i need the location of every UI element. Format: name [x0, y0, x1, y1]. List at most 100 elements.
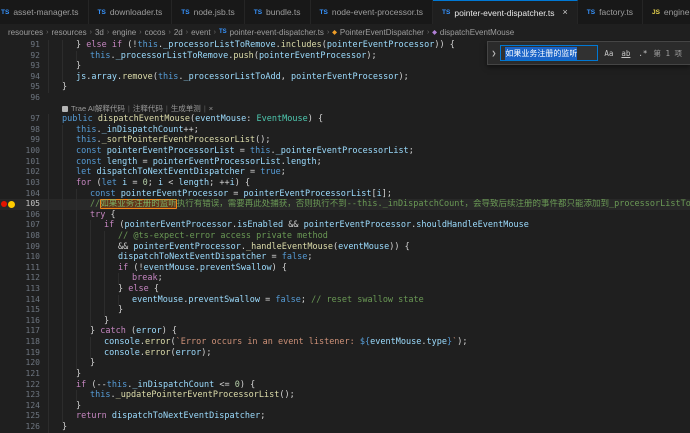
glyph-margin[interactable] — [0, 401, 15, 412]
breadcrumb-item[interactable]: resources — [8, 28, 43, 37]
line-number[interactable]: 92 — [15, 51, 48, 62]
line-number[interactable]: 121 — [15, 369, 48, 380]
line-number[interactable]: 104 — [15, 189, 48, 200]
line-number[interactable]: 123 — [15, 390, 48, 401]
breadcrumb-item[interactable]: pointer-event-dispatcher.ts — [230, 28, 324, 37]
glyph-margin[interactable] — [0, 295, 15, 306]
glyph-margin[interactable] — [0, 220, 15, 231]
line-number[interactable]: 96 — [15, 93, 48, 104]
line-number[interactable]: 94 — [15, 72, 48, 83]
code-line[interactable]: 102 let dispatchToNextEventDispatcher = t… — [0, 167, 690, 178]
line-number[interactable]: 105 — [15, 199, 48, 210]
line-number[interactable]: 101 — [15, 157, 48, 168]
line-number[interactable]: 111 — [15, 263, 48, 274]
glyph-margin[interactable] — [0, 189, 15, 200]
tab-node-event-processor.ts[interactable]: TS node-event-processor.ts — [310, 0, 434, 24]
line-number[interactable]: 115 — [15, 305, 48, 316]
glyph-margin[interactable] — [0, 273, 15, 284]
line-number[interactable]: 120 — [15, 358, 48, 369]
line-number[interactable]: 99 — [15, 135, 48, 146]
glyph-margin[interactable] — [0, 51, 15, 62]
line-number[interactable]: 116 — [15, 316, 48, 327]
code-line[interactable]: 118 console.error(`Error occurs in an eve… — [0, 337, 690, 348]
tab-node.jsb.ts[interactable]: TS node.jsb.ts — [172, 0, 245, 24]
glyph-margin[interactable] — [0, 178, 15, 189]
line-number[interactable]: 118 — [15, 337, 48, 348]
code-line[interactable]: 123 this._updatePointerEventProcessorList… — [0, 390, 690, 401]
code-line[interactable]: 126} — [0, 422, 690, 433]
code-line[interactable]: 107 if (pointerEventProcessor.isEnabled &… — [0, 220, 690, 231]
breakpoint-icon[interactable] — [1, 201, 7, 208]
code-line[interactable]: 94 js.array.remove(this._processorListToA… — [0, 72, 690, 83]
breadcrumb-item[interactable]: dispatchEventMouse — [440, 28, 514, 37]
line-number[interactable]: 117 — [15, 326, 48, 337]
breadcrumb-item[interactable]: event — [191, 28, 211, 37]
code-line[interactable]: 124} — [0, 401, 690, 412]
lightbulb-icon[interactable] — [8, 200, 15, 208]
code-line[interactable]: 106 try { — [0, 210, 690, 221]
breadcrumb-item[interactable]: engine — [112, 28, 136, 37]
code-line[interactable]: 119 console.error(error); — [0, 348, 690, 359]
glyph-margin[interactable] — [0, 125, 15, 136]
line-number[interactable]: 126 — [15, 422, 48, 433]
code-line[interactable]: 111 if (!eventMouse.preventSwallow) { — [0, 263, 690, 274]
line-number[interactable]: 95 — [15, 82, 48, 93]
glyph-margin[interactable] — [0, 93, 15, 104]
line-number[interactable]: 122 — [15, 380, 48, 391]
code-line[interactable]: 121} — [0, 369, 690, 380]
glyph-margin[interactable] — [0, 326, 15, 337]
code-line[interactable]: 109 && pointerEventProcessor._handleEvent… — [0, 242, 690, 253]
glyph-margin[interactable] — [0, 146, 15, 157]
code-line[interactable]: 120} — [0, 358, 690, 369]
close-tab-icon[interactable]: × — [563, 8, 568, 17]
code-line[interactable]: 97 public dispatchEventMouse(eventMouse: … — [0, 114, 690, 125]
code-line[interactable]: 115} — [0, 305, 690, 316]
code-line[interactable]: 98 this._inDispatchCount++; — [0, 125, 690, 136]
code-line[interactable]: 114 eventMouse.preventSwallow = false; //… — [0, 295, 690, 306]
glyph-margin[interactable] — [0, 40, 15, 51]
glyph-margin[interactable] — [0, 337, 15, 348]
code-line[interactable]: 125 return dispatchToNextEventDispatcher; — [0, 411, 690, 422]
glyph-margin[interactable] — [0, 252, 15, 263]
glyph-margin[interactable] — [0, 284, 15, 295]
tab-asset-manager.ts[interactable]: TS asset-manager.ts — [0, 0, 89, 24]
code-line[interactable]: 103 for (let i = 0; i < length; ++i) { — [0, 178, 690, 189]
breadcrumb-item[interactable]: resources — [51, 28, 86, 37]
code-line[interactable]: 96 — [0, 93, 690, 104]
line-number[interactable]: 100 — [15, 146, 48, 157]
glyph-margin[interactable] — [0, 358, 15, 369]
line-number[interactable]: 114 — [15, 295, 48, 306]
regex-button[interactable]: .* — [636, 48, 649, 59]
breadcrumb-item[interactable]: 2d — [174, 28, 183, 37]
line-number[interactable]: 102 — [15, 167, 48, 178]
glyph-margin[interactable] — [0, 135, 15, 146]
whole-word-button[interactable]: ab — [619, 48, 632, 59]
code-line[interactable]: 105//如果业务注册的监听执行有错误，需要再此处捕获，否则执行不到--this… — [0, 199, 690, 210]
glyph-margin[interactable] — [0, 348, 15, 359]
tab-engine-adapter.js[interactable]: JSengine-adapter.js — [642, 0, 690, 24]
code-line[interactable]: Trae AI解释代码 | 注释代码 | 生成单测 | × — [0, 104, 690, 115]
glyph-margin[interactable] — [0, 231, 15, 242]
glyph-margin[interactable] — [0, 422, 15, 433]
glyph-margin[interactable] — [0, 390, 15, 401]
glyph-margin[interactable] — [0, 82, 15, 93]
code-line[interactable]: 110 dispatchToNextEventDispatcher = false… — [0, 252, 690, 263]
line-number[interactable]: 113 — [15, 284, 48, 295]
line-number[interactable]: 106 — [15, 210, 48, 221]
code-line[interactable]: 108 // @ts-expect-error access private me… — [0, 231, 690, 242]
tab-downloader.ts[interactable]: TS downloader.ts — [88, 0, 173, 24]
tab-factory.ts[interactable]: TS factory.ts — [577, 0, 643, 24]
codelens-action[interactable]: 生成单测 — [171, 104, 201, 115]
code-line[interactable]: 95} — [0, 82, 690, 93]
glyph-margin[interactable] — [0, 263, 15, 274]
glyph-margin[interactable] — [0, 369, 15, 380]
line-number[interactable]: 108 — [15, 231, 48, 242]
line-number[interactable]: 97 — [15, 114, 48, 125]
line-number[interactable]: 109 — [15, 242, 48, 253]
glyph-margin[interactable] — [0, 72, 15, 83]
glyph-margin[interactable] — [0, 242, 15, 253]
tab-bundle.ts[interactable]: TS bundle.ts — [244, 0, 311, 24]
code-line[interactable]: 104 const pointerEventProcessor = pointer… — [0, 189, 690, 200]
glyph-margin[interactable] — [0, 61, 15, 72]
line-number[interactable]: 98 — [15, 125, 48, 136]
